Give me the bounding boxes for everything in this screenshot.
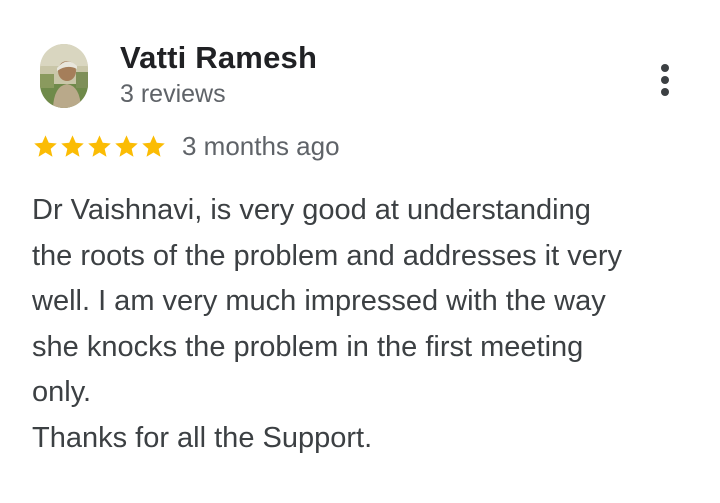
reviewer-name[interactable]: Vatti Ramesh <box>120 40 317 76</box>
rating-row: 3 months ago <box>32 128 340 164</box>
star-rating <box>32 133 167 159</box>
review-text-line: Dr Vaishnavi, is very good at understand… <box>32 194 591 226</box>
reviewer-avatar[interactable] <box>40 44 88 108</box>
more-vert-icon-dot <box>661 76 669 84</box>
star-icon <box>113 133 140 159</box>
star-icon <box>32 133 59 159</box>
star-icon <box>140 133 167 159</box>
review-text: Dr Vaishnavi, is very good at understand… <box>32 188 702 461</box>
user-photo-avatar <box>40 44 88 108</box>
review-text-line: she knocks the problem in the first meet… <box>32 330 584 363</box>
review-text-line: well. I am very much impressed with the … <box>32 285 606 317</box>
review-date: 3 months ago <box>182 130 340 161</box>
star-icon <box>59 133 86 159</box>
review-card: Vatti Ramesh 3 reviews 3 months ago Dr V… <box>0 0 720 503</box>
review-count[interactable]: 3 reviews <box>120 80 226 109</box>
more-options-button[interactable] <box>645 58 685 102</box>
review-text-line: Thanks for all the Support. <box>32 421 373 454</box>
star-icon <box>86 133 113 159</box>
more-vert-icon-dot <box>661 88 669 96</box>
review-text-line: only. <box>32 376 92 408</box>
more-vert-icon <box>661 64 669 72</box>
review-text-line: the roots of the problem and addresses i… <box>32 239 622 272</box>
